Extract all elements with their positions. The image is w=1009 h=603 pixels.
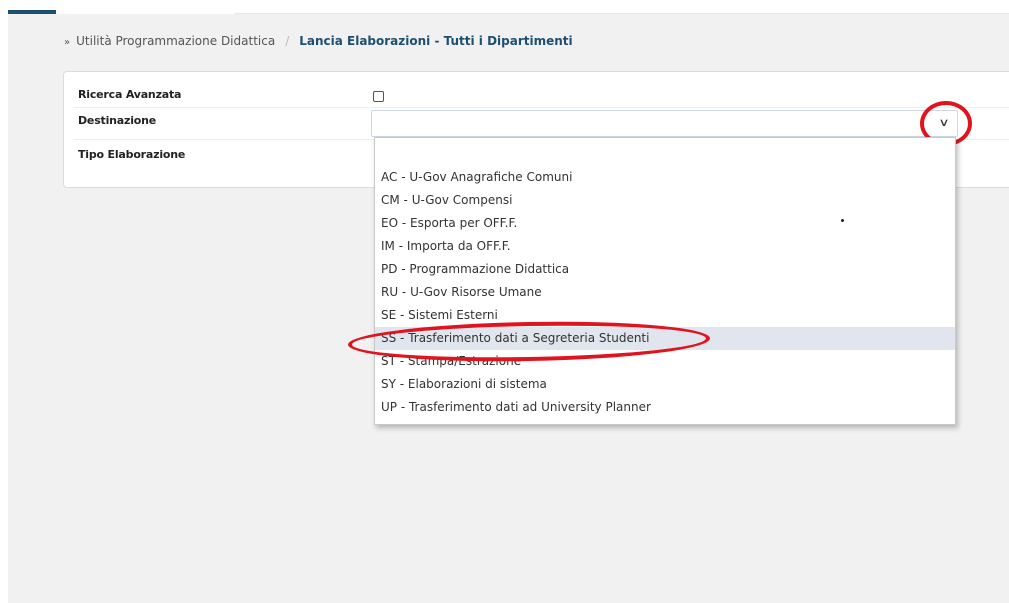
processing-type-label: Tipo Elaborazione <box>78 148 186 161</box>
dropdown-option-cm[interactable]: CM - U-Gov Compensi <box>375 189 955 212</box>
breadcrumb-parent[interactable]: Utilità Programmazione Didattica <box>76 34 275 48</box>
breadcrumb: » Utilità Programmazione Didattica / Lancia… <box>64 34 573 48</box>
advanced-search-checkbox[interactable] <box>373 91 384 102</box>
top-bar <box>0 0 1009 14</box>
double-chevron-right-icon: » <box>64 37 71 48</box>
advanced-search-label: Ricerca Avanzata <box>78 88 182 101</box>
dropdown-option-pd[interactable]: PD - Programmazione Didattica <box>375 258 955 281</box>
dropdown-option-ac[interactable]: AC - U-Gov Anagrafiche Comuni <box>375 166 955 189</box>
destination-select[interactable] <box>371 110 958 137</box>
breadcrumb-current: Lancia Elaborazioni - Tutti i Dipartimen… <box>299 34 573 48</box>
stray-dot <box>841 219 844 222</box>
form-row-advanced-search: Ricerca Avanzata <box>74 82 1009 108</box>
dropdown-option-im[interactable]: IM - Importa da OFF.F. <box>375 235 955 258</box>
destination-label: Destinazione <box>78 114 157 127</box>
dropdown-option-up[interactable]: UP - Trasferimento dati ad University Pl… <box>375 396 955 419</box>
dropdown-option-ru[interactable]: RU - U-Gov Risorse Umane <box>375 281 955 304</box>
breadcrumb-separator: / <box>285 34 290 48</box>
destination-dropdown-list: AC - U-Gov Anagrafiche Comuni CM - U-Gov… <box>374 137 956 425</box>
dropdown-option-empty[interactable] <box>375 138 955 164</box>
dropdown-option-eo[interactable]: EO - Esporta per OFF.F. <box>375 212 955 235</box>
dropdown-option-sy[interactable]: SY - Elaborazioni di sistema <box>375 373 955 396</box>
